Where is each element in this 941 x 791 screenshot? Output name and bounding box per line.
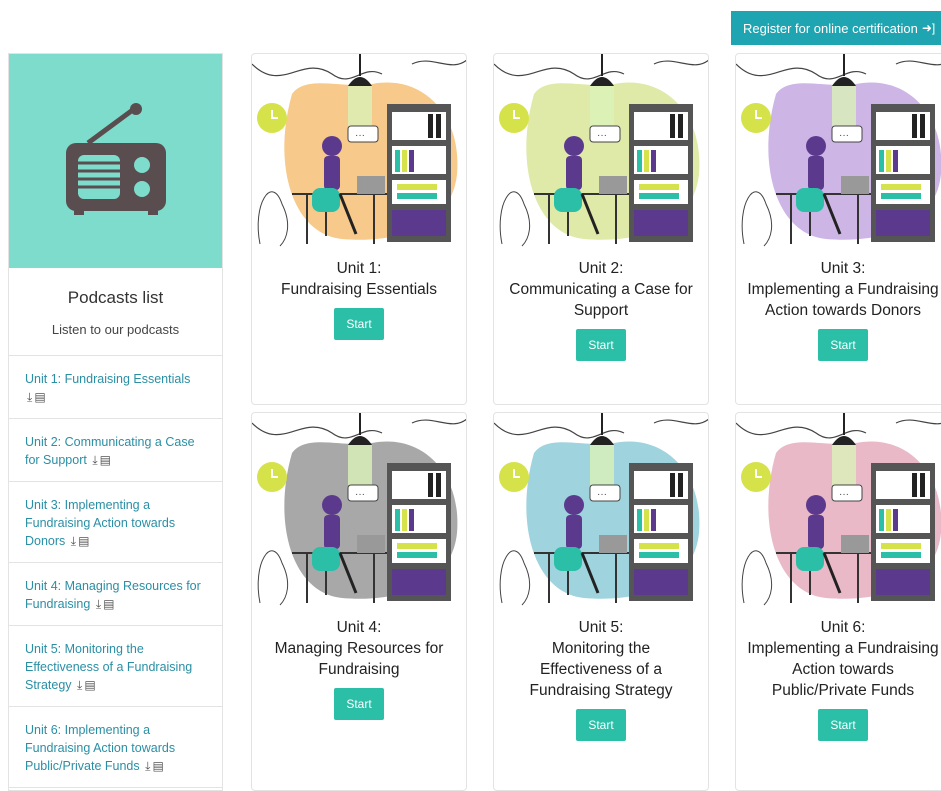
unit-number: Unit 2: — [578, 260, 624, 277]
unit-name: Communicating a Case for Support — [509, 281, 693, 319]
sign-in-icon: ➜] — [921, 21, 936, 35]
svg-text:···: ··· — [355, 489, 365, 500]
download-icon[interactable]: ⤓ — [27, 390, 32, 404]
start-button[interactable]: Start — [334, 308, 384, 340]
unit-number: Unit 3: — [820, 260, 866, 277]
download-icon[interactable]: ⤓ — [145, 759, 150, 773]
unit-card-body: Unit 6: Implementing a Fundraising Action… — [736, 611, 941, 741]
podcast-item[interactable]: Unit 2: Communicating a Case for Support… — [9, 419, 222, 482]
unit-card: ··· Unit 3: Implementing a Fundraising Act… — [735, 53, 941, 405]
unit-illustration: ··· — [252, 413, 466, 606]
document-icon[interactable]: ▤ — [78, 534, 89, 548]
start-button[interactable]: Start — [576, 709, 626, 741]
unit-card: ··· Unit 5: Monitoring the Effectiveness o… — [493, 412, 709, 791]
unit-name: Managing Resources for Fundraising — [274, 640, 444, 678]
svg-text:···: ··· — [597, 489, 607, 500]
unit-title: Unit 1: Fundraising Essentials — [252, 258, 466, 300]
unit-title: Unit 5: Monitoring the Effectiveness of a… — [494, 617, 708, 701]
start-button[interactable]: Start — [818, 329, 868, 361]
download-icon[interactable]: ⤓ — [92, 453, 97, 467]
unit-title: Unit 6: Implementing a Fundraising Action… — [736, 617, 941, 701]
start-button[interactable]: Start — [818, 709, 868, 741]
svg-text:···: ··· — [839, 489, 849, 500]
unit-illustration: ··· — [736, 54, 941, 247]
unit-number: Unit 5: — [578, 619, 624, 636]
unit-name: Implementing a Fundraising Action toward… — [747, 640, 939, 699]
podcasts-subtitle: Listen to our podcasts — [51, 322, 180, 337]
unit-illustration: ··· — [736, 413, 941, 606]
document-icon[interactable]: ▤ — [84, 678, 95, 692]
unit-card-body: Unit 2: Communicating a Case for Support S… — [494, 252, 708, 361]
start-button[interactable]: Start — [334, 688, 384, 720]
podcast-item[interactable]: Unit 6: Implementing a Fundraising Actio… — [9, 707, 222, 788]
register-certification-button[interactable]: Register for online certification ➜] — [731, 11, 941, 45]
unit-illustration: ··· — [494, 54, 708, 247]
document-icon[interactable]: ▤ — [100, 453, 111, 467]
unit-illustration: ··· — [252, 54, 466, 247]
unit-number: Unit 6: — [820, 619, 866, 636]
document-icon[interactable]: ▤ — [103, 597, 114, 611]
podcast-item-label[interactable]: Unit 3: Implementing a Fundraising Actio… — [25, 498, 175, 548]
unit-card: ··· Unit 1: Fundraising Essentials Start — [251, 53, 467, 405]
unit-title: Unit 2: Communicating a Case for Support — [494, 258, 708, 321]
svg-text:···: ··· — [597, 130, 607, 141]
radio-icon — [65, 103, 166, 215]
unit-card-body: Unit 5: Monitoring the Effectiveness of a… — [494, 611, 708, 741]
download-icon[interactable]: ⤓ — [96, 597, 101, 611]
unit-name: Fundraising Essentials — [281, 281, 437, 298]
unit-card: ··· Unit 6: Implementing a Fundraising Act… — [735, 412, 941, 791]
unit-card-body: Unit 3: Implementing a Fundraising Action… — [736, 252, 941, 361]
unit-illustration: ··· — [494, 413, 708, 606]
unit-card: ··· Unit 4: Managing Resources for Fundrai… — [251, 412, 467, 791]
document-icon[interactable]: ▤ — [34, 390, 45, 404]
podcast-item-label[interactable]: Unit 5: Monitoring the Effectiveness of … — [25, 642, 192, 692]
unit-card-body: Unit 4: Managing Resources for Fundraisin… — [252, 611, 466, 720]
unit-number: Unit 1: — [336, 260, 382, 277]
register-label: Register for online certification — [743, 20, 918, 36]
unit-title: Unit 3: Implementing a Fundraising Action… — [736, 258, 941, 321]
unit-number: Unit 4: — [336, 619, 382, 636]
podcasts-title: Podcasts list — [67, 288, 164, 307]
start-button[interactable]: Start — [576, 329, 626, 361]
download-icon[interactable]: ⤓ — [77, 678, 82, 692]
podcast-item[interactable]: Unit 1: Fundraising Essentials ⤓ ▤ — [9, 356, 222, 419]
podcasts-hero — [9, 54, 222, 268]
unit-card-body: Unit 1: Fundraising Essentials Start — [252, 252, 466, 340]
unit-card: ··· Unit 2: Communicating a Case for Suppo… — [493, 53, 709, 405]
download-icon[interactable]: ⤓ — [71, 534, 76, 548]
document-icon[interactable]: ▤ — [152, 759, 163, 773]
unit-name: Monitoring the Effectiveness of a Fundra… — [529, 640, 673, 699]
svg-text:···: ··· — [839, 130, 849, 141]
podcast-item[interactable]: Unit 5: Monitoring the Effectiveness of … — [9, 626, 222, 707]
svg-text:···: ··· — [355, 130, 365, 141]
unit-title: Unit 4: Managing Resources for Fundraisin… — [252, 617, 466, 680]
podcast-list: Unit 1: Fundraising Essentials ⤓ ▤ Unit 2:… — [9, 355, 222, 788]
podcasts-sidebar: Podcasts list Listen to our podcasts Uni… — [8, 53, 223, 791]
podcast-item-label[interactable]: Unit 1: Fundraising Essentials — [25, 372, 190, 386]
unit-name: Implementing a Fundraising Action toward… — [747, 281, 939, 319]
podcast-item[interactable]: Unit 3: Implementing a Fundraising Actio… — [9, 482, 222, 563]
podcast-item[interactable]: Unit 4: Managing Resources for Fundraisi… — [9, 563, 222, 626]
